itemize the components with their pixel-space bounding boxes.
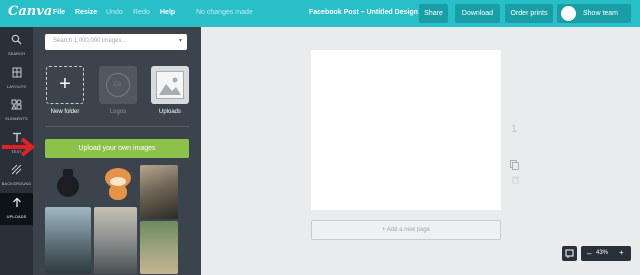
layouts-icon: [0, 67, 33, 82]
menu-resize[interactable]: Resize: [75, 9, 97, 16]
uploaded-image-statue[interactable]: [45, 207, 91, 274]
image-icon: [156, 71, 184, 99]
rail-layouts[interactable]: LAYOUTS: [0, 63, 33, 95]
zoom-control: – 43% +: [581, 246, 631, 261]
upload-arrow-icon: [0, 197, 33, 212]
new-folder-label: New folder: [50, 109, 80, 115]
add-page-button[interactable]: + Add a new page: [311, 220, 501, 240]
image-search-input[interactable]: Search 1,000,000 images... ▾: [45, 34, 187, 50]
graphic-shape-body: [57, 175, 79, 197]
plus-icon: +: [59, 73, 71, 95]
uploads-panel: Search 1,000,000 images... ▾ + Co. New f…: [33, 27, 201, 275]
elements-icon: [0, 99, 33, 114]
logos-badge: Co.: [106, 73, 130, 97]
uploaded-image-fox[interactable]: [101, 164, 135, 202]
background-icon: [0, 164, 33, 179]
delete-page-icon[interactable]: [512, 176, 519, 186]
chevron-down-icon[interactable]: ▾: [179, 37, 182, 44]
team-avatar: [561, 6, 576, 21]
menu-redo[interactable]: Redo: [133, 9, 150, 16]
help-chat-icon[interactable]: [562, 246, 577, 261]
show-team-button[interactable]: Show team: [557, 4, 631, 23]
uploads-folder-tile[interactable]: [151, 66, 189, 104]
rail-background[interactable]: BACKGROUND: [0, 160, 33, 192]
fox-face: [110, 177, 126, 186]
rail-layouts-label: LAYOUTS: [6, 84, 27, 89]
document-title[interactable]: Facebook Post – Untitled Design: [309, 9, 418, 16]
logos-label: Logos: [109, 109, 127, 115]
top-bar: Canva File Resize Undo Redo Help No chan…: [0, 0, 640, 27]
order-prints-button[interactable]: Order prints: [505, 4, 553, 23]
save-status: No changes made: [196, 9, 253, 16]
new-folder-tile[interactable]: +: [46, 66, 84, 104]
rail-search[interactable]: SEARCH: [0, 30, 33, 62]
zoom-level: 43%: [596, 250, 609, 256]
canva-logo[interactable]: Canva: [8, 4, 52, 19]
rail-background-label: BACKGROUND: [1, 181, 32, 186]
download-button[interactable]: Download: [455, 4, 500, 23]
menu-file[interactable]: File: [53, 9, 65, 16]
rail-elements-label: ELEMENTS: [5, 116, 28, 121]
red-arrow-icon: [2, 137, 36, 157]
show-team-label: Show team: [583, 10, 619, 17]
logos-folder-tile[interactable]: Co.: [99, 66, 137, 104]
zoom-out-button[interactable]: –: [587, 249, 591, 258]
page-number: 1: [511, 123, 518, 135]
zoom-in-button[interactable]: +: [619, 248, 624, 257]
rail-search-label: SEARCH: [7, 51, 26, 56]
rail-elements[interactable]: ELEMENTS: [0, 95, 33, 127]
share-button[interactable]: Share: [419, 4, 448, 23]
menu-undo[interactable]: Undo: [106, 9, 123, 16]
uploaded-image-cat[interactable]: [140, 165, 178, 219]
search-icon: [0, 34, 33, 49]
uploaded-image-tabby[interactable]: [94, 207, 137, 274]
upload-images-button[interactable]: Upload your own images: [45, 139, 189, 158]
search-placeholder: Search 1,000,000 images...: [53, 38, 127, 44]
design-page[interactable]: [311, 50, 501, 210]
uploaded-image-graphic[interactable]: [53, 167, 83, 201]
rail-uploads[interactable]: UPLOADS: [0, 193, 33, 225]
copy-page-icon[interactable]: [510, 157, 519, 170]
uploads-label: Uploads: [158, 109, 181, 115]
uploaded-image-pug[interactable]: [140, 221, 178, 274]
rail-uploads-label: UPLOADS: [6, 214, 27, 219]
menu-help[interactable]: Help: [160, 9, 175, 16]
divider: [45, 126, 189, 127]
